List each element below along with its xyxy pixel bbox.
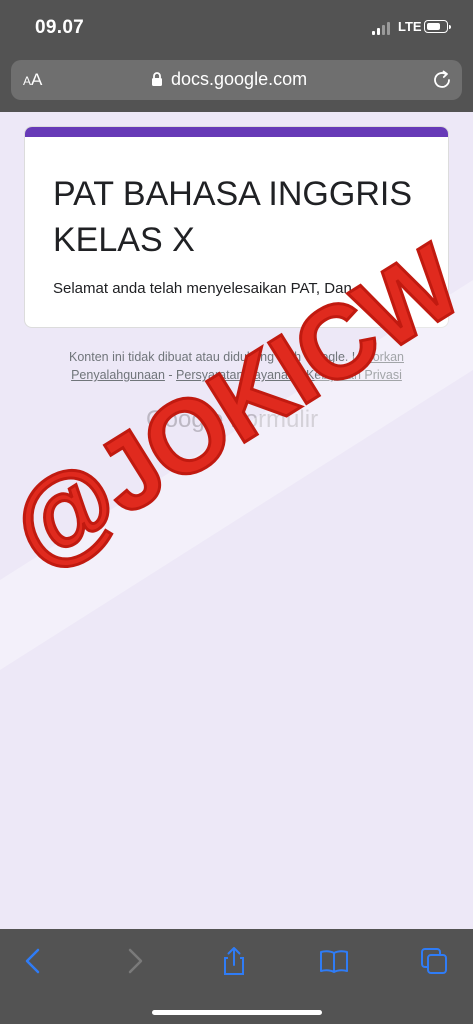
url-field[interactable]: docs.google.com: [151, 69, 307, 90]
disclaimer-text: Konten ini tidak dibuat atau didukung ol…: [69, 350, 349, 364]
footer-disclaimer: Konten ini tidak dibuat atau didukung ol…: [69, 350, 404, 382]
back-icon[interactable]: [18, 945, 50, 977]
forward-icon[interactable]: [118, 945, 150, 977]
home-indicator[interactable]: [152, 1010, 322, 1015]
text-size-button[interactable]: AA: [23, 70, 42, 90]
lock-icon: [152, 72, 162, 86]
status-time: 09.07: [35, 17, 85, 38]
browser-top-bar: 09.07 LTE AA docs.google.com: [0, 0, 473, 112]
signal-icon: [372, 22, 392, 35]
form-card: PAT BAHASA INGGRIS KELAS X Selamat anda …: [24, 126, 449, 328]
terms-link[interactable]: Persyaratan Layanan: [176, 368, 295, 382]
confirmation-message: Selamat anda telah menyelesaikan PAT, Da…: [53, 280, 352, 297]
network-type: LTE: [398, 19, 422, 34]
battery-icon: [424, 20, 451, 33]
google-forms-logo[interactable]: Google Formulir: [146, 406, 318, 434]
share-icon[interactable]: [218, 945, 250, 977]
bookmarks-icon[interactable]: [318, 945, 350, 977]
tabs-icon[interactable]: [418, 945, 450, 977]
privacy-link[interactable]: Kebijakan Privasi: [306, 368, 402, 382]
url-text: docs.google.com: [171, 69, 308, 89]
reload-icon[interactable]: [431, 69, 453, 91]
address-bar[interactable]: AA docs.google.com: [11, 60, 462, 100]
form-title: PAT BAHASA INGGRIS KELAS X: [53, 175, 412, 259]
form-accent-bar: [25, 127, 448, 137]
